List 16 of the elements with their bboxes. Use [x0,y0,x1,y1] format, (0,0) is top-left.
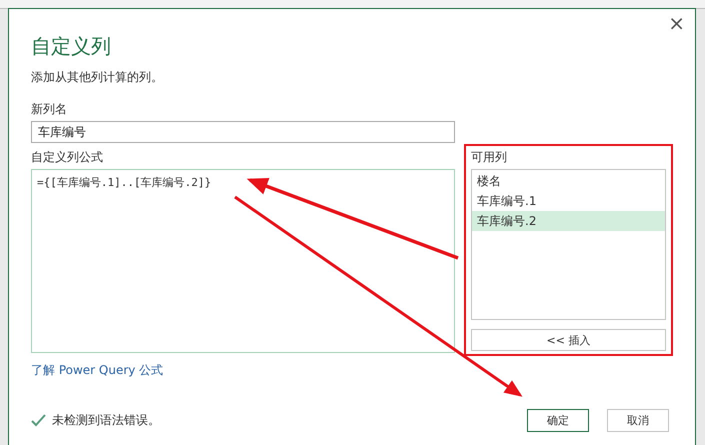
formula-field[interactable]: ={[车库编号.1]..[车库编号.2]} [31,169,455,353]
cancel-button[interactable]: 取消 [607,409,669,432]
insert-button[interactable]: << 插入 [471,329,666,351]
field-label: 自定义列公式 [31,149,104,166]
status-text: 未检测到语法错误。 [52,412,160,429]
input-field[interactable]: 车库编号 [31,121,455,143]
list-item[interactable]: 楼名 [472,171,665,191]
list-item[interactable]: 车库编号.2 [472,211,665,231]
help-link[interactable]: 了解 Power Query 公式 [31,362,164,379]
list-item[interactable]: 车库编号.1 [472,191,665,211]
close-button[interactable]: × [664,11,689,35]
ok-button[interactable]: 确定 [527,409,589,432]
dialog-title: 自定义列 [31,33,112,60]
field-label: 新列名 [31,101,67,118]
list-label: 可用列 [471,149,507,166]
dialog-subtitle: 添加从其他列计算的列。 [31,69,164,86]
